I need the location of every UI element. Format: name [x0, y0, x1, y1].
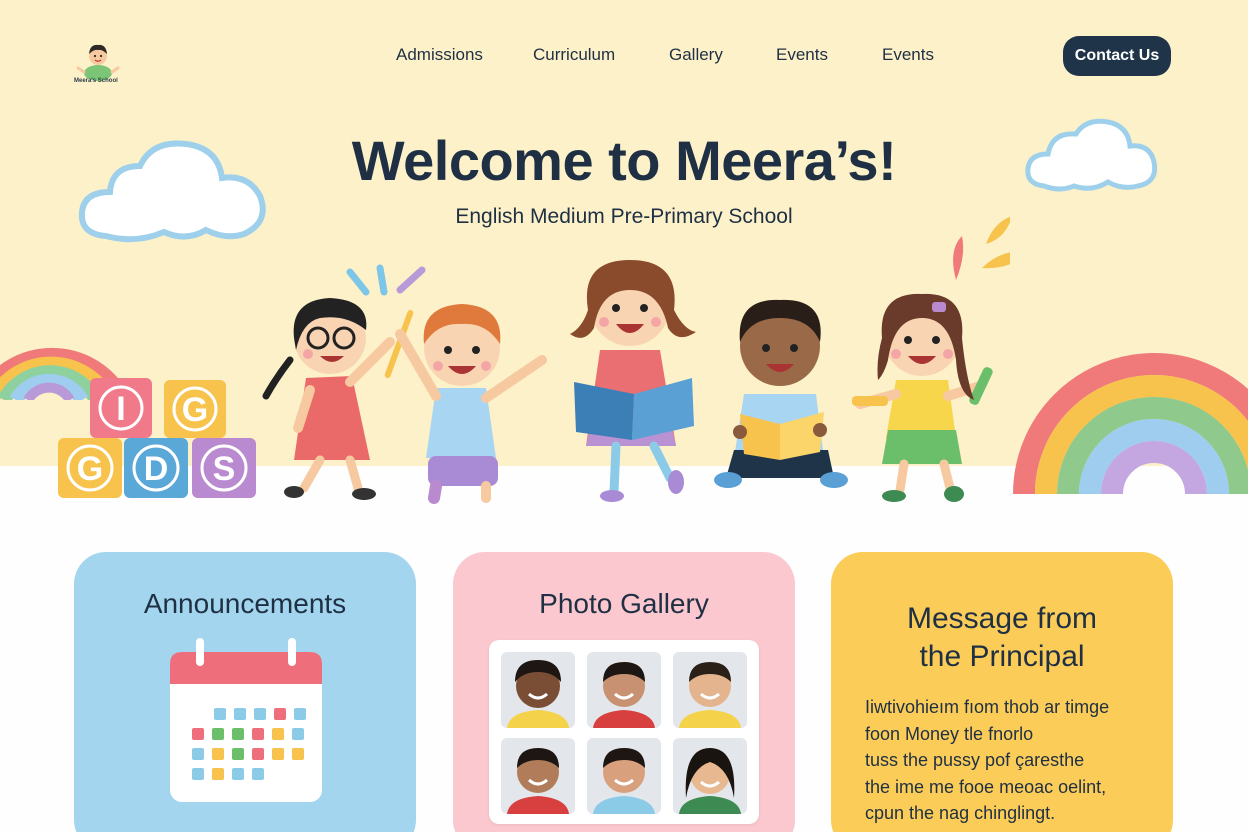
gallery-photo-2[interactable] [587, 652, 661, 728]
block-letter-5: S [213, 450, 236, 488]
gallery-photo-3[interactable] [673, 652, 747, 728]
principal-message-line-4: the ime me fooe meoac oelint, [865, 776, 1107, 797]
gallery-photo-4[interactable] [501, 738, 575, 814]
block-letter-4: D [144, 450, 169, 488]
block-letter-3: G [77, 450, 103, 488]
kid-girl-crayon [852, 293, 993, 502]
kid-girl-book [570, 260, 696, 502]
principal-message-line-5: cpun the nag chinglingt. [865, 803, 1056, 823]
nav-admissions[interactable]: Admissions [396, 45, 483, 67]
nav-curriculum[interactable]: Curriculum [533, 45, 615, 67]
gallery-photo-5[interactable] [587, 738, 661, 814]
principal-message-line-1: Iiwtivohieım fıom thob ar timge [865, 697, 1110, 717]
contact-us-button[interactable]: Contact Us [1063, 36, 1171, 76]
cloud-right-icon [1025, 118, 1158, 192]
gallery-photo-1[interactable] [501, 652, 575, 728]
kids-illustration [262, 216, 1010, 504]
principal-message-body: Iiwtivohieım fıom thob ar timge foon Mon… [865, 694, 1155, 827]
announcements-card[interactable]: Announcements [74, 552, 416, 832]
principal-title-line-1: Message from [906, 602, 1098, 635]
block-letter-2: G [182, 391, 208, 429]
photo-grid [489, 640, 759, 824]
principal-message-line-2: foon Money tle fnorlo [865, 723, 1034, 744]
principal-title-line-2: the Principal [919, 640, 1085, 673]
kid-girl-glasses [262, 298, 414, 500]
announcements-title: Announcements [143, 588, 347, 619]
principal-message-line-3: tuss the pussy pof çaresthe [865, 750, 1085, 770]
nav-events-secondary[interactable]: Events [882, 45, 934, 67]
nav-gallery[interactable]: Gallery [669, 45, 723, 67]
gallery-photo-6[interactable] [673, 738, 747, 814]
principal-message-title: Message from the Principal [831, 600, 1173, 676]
rainbow-right-icon [1013, 353, 1248, 494]
letter-blocks-icon: I G G D S [58, 378, 256, 498]
photo-gallery-card[interactable]: Photo Gallery [453, 552, 795, 832]
kid-boy-orange-hair [395, 304, 547, 504]
kid-boy-reading [714, 299, 848, 488]
calendar-icon [170, 638, 322, 802]
principal-message-card[interactable]: Message from the Principal Iiwtivohieım … [831, 552, 1173, 832]
photo-gallery-title: Photo Gallery [539, 588, 709, 619]
logo-text: Meera's School [74, 78, 118, 84]
block-letter-1: I [116, 390, 125, 428]
cloud-left-icon [78, 140, 266, 243]
nav-events[interactable]: Events [776, 45, 828, 67]
